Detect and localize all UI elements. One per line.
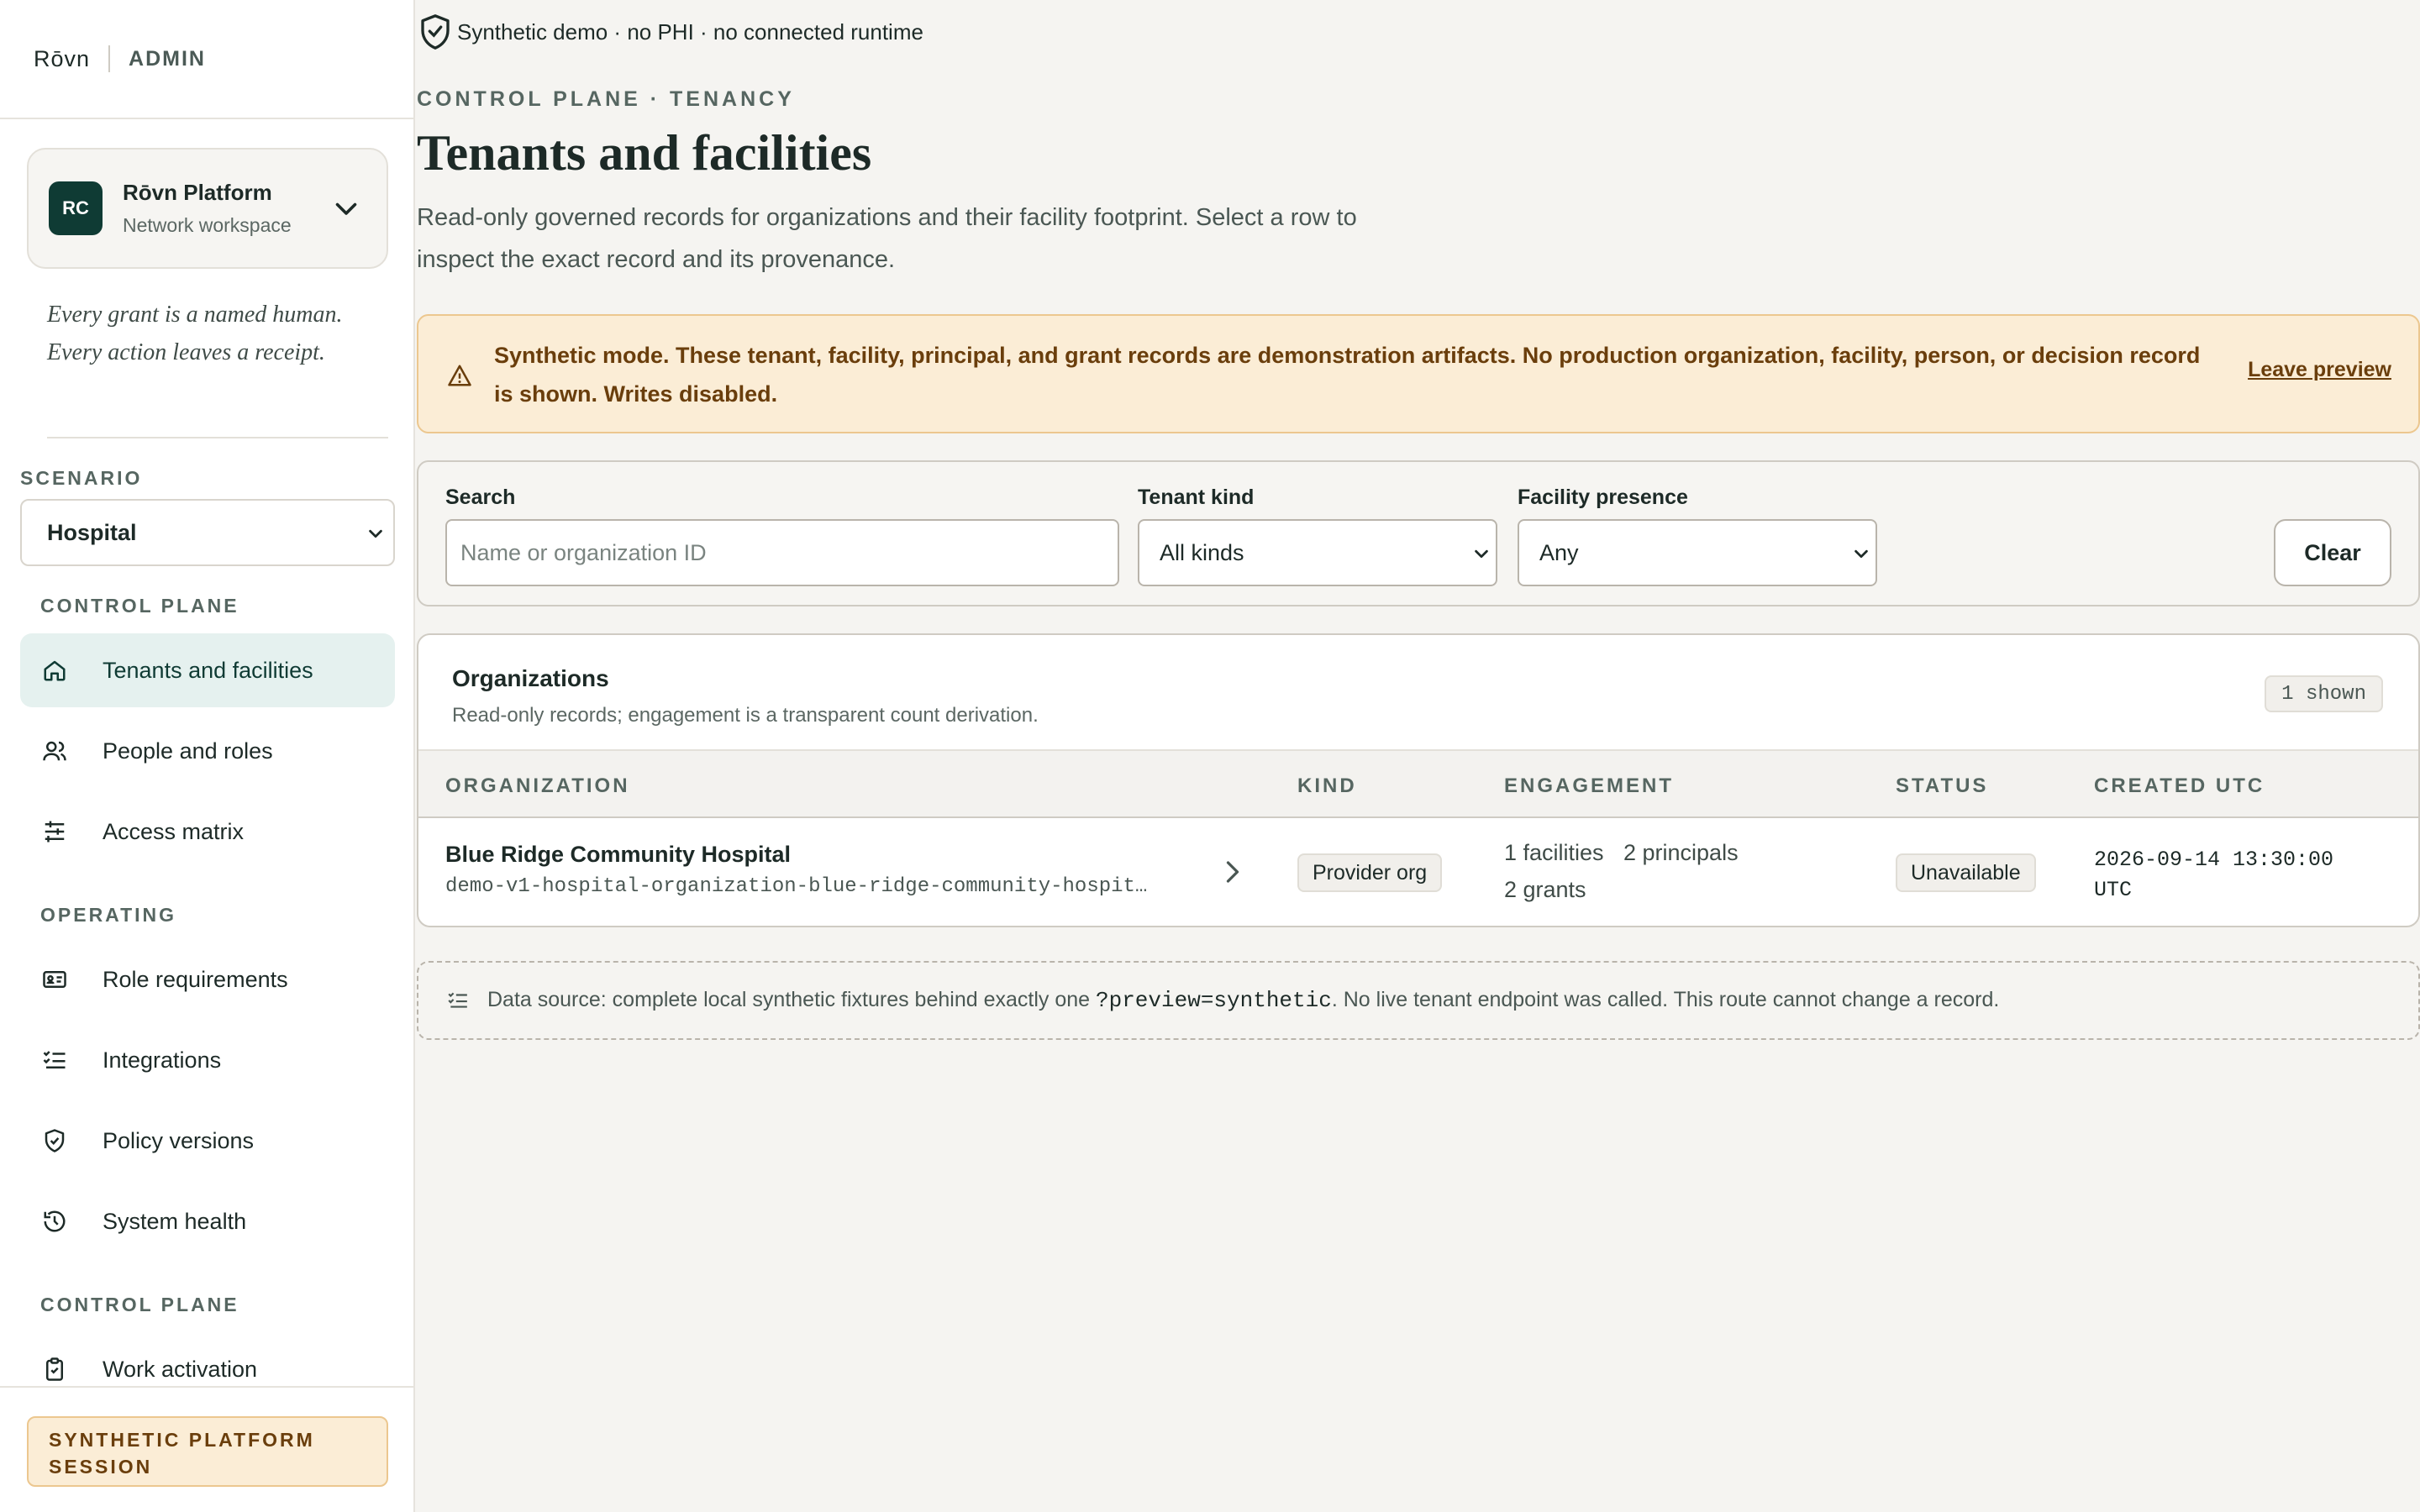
sidebar-item-system-health[interactable]: System health xyxy=(20,1184,395,1258)
search-label: Search xyxy=(445,486,516,509)
column-header-organization: ORGANIZATION xyxy=(445,774,630,797)
warning-icon xyxy=(448,365,471,386)
created-timestamp: 2026-09-14 13:30:00 UTC xyxy=(2094,848,2334,902)
chevron-right-icon xyxy=(1226,861,1239,883)
table-header: ORGANIZATION KIND ENGAGEMENT STATUS CREA… xyxy=(418,749,2418,818)
demo-banner: Synthetic demo · no PHI · no connected r… xyxy=(418,0,923,64)
kind-badge: Provider org xyxy=(1297,853,1443,892)
table-row[interactable]: Blue Ridge Community Hospital demo-v1-ho… xyxy=(418,818,2418,926)
sidebar-item-tenants[interactable]: Tenants and facilities xyxy=(20,633,395,707)
sliders-icon xyxy=(40,817,69,846)
workspace-avatar: RC xyxy=(49,181,103,235)
tenant-kind-label: Tenant kind xyxy=(1138,486,1255,509)
sidebar-footer: SYNTHETIC PLATFORM SESSION xyxy=(0,1386,413,1512)
nav-section-operating: OPERATING xyxy=(40,904,177,926)
table-title: Organizations xyxy=(452,665,609,691)
organization-id: demo-v1-hospital-organization-blue-ridge… xyxy=(445,875,1148,898)
id-card-icon xyxy=(40,965,69,994)
sidebar-item-label: Role requirements xyxy=(103,966,288,992)
sidebar-item-label: Access matrix xyxy=(103,818,245,844)
column-header-kind: KIND xyxy=(1297,774,1357,797)
tagline: Every grant is a named human. Every acti… xyxy=(47,302,343,365)
chevron-down-icon xyxy=(335,202,357,215)
nav-section-control-plane: CONTROL PLANE xyxy=(40,595,239,617)
sidebar-item-label: Policy versions xyxy=(103,1127,255,1153)
alert-text: Synthetic mode. These tenant, facility, … xyxy=(494,343,2201,407)
main-content: Synthetic demo · no PHI · no connected r… xyxy=(417,0,2420,1512)
workspace-name: Rōvn Platform xyxy=(123,180,272,205)
history-icon xyxy=(40,1207,69,1236)
demo-banner-text: Synthetic demo · no PHI · no connected r… xyxy=(457,18,923,45)
breadcrumb: CONTROL PLANE · TENANCY xyxy=(417,87,795,111)
home-icon xyxy=(40,656,69,685)
status-badge: Unavailable xyxy=(1896,853,2036,892)
organization-name: Blue Ridge Community Hospital xyxy=(445,842,792,867)
grants-count: 2 grants xyxy=(1504,877,1586,902)
sidebar-item-label: Integrations xyxy=(103,1047,222,1073)
organizations-table: Organizations Read-only records; engagem… xyxy=(417,633,2420,927)
source-preview-param: ?preview=synthetic xyxy=(1096,988,1332,1013)
workspace-subtitle: Network workspace xyxy=(123,214,292,236)
column-header-created: CREATED UTC xyxy=(2094,774,2265,797)
nav-section-control-plane-2: CONTROL PLANE xyxy=(40,1294,239,1315)
sidebar-item-integrations[interactable]: Integrations xyxy=(20,1023,395,1097)
workspace-switcher[interactable]: RC Rōvn Platform Network workspace xyxy=(27,148,388,269)
clipboard-check-icon xyxy=(40,1355,69,1383)
brand-divider xyxy=(108,45,111,72)
column-header-status: STATUS xyxy=(1896,774,1989,797)
column-header-engagement: ENGAGEMENT xyxy=(1504,774,1675,797)
shield-check-icon xyxy=(421,14,450,50)
sidebar-item-label: People and roles xyxy=(103,738,273,764)
brand-header: Rōvn ADMIN xyxy=(0,0,413,119)
synthetic-mode-alert: Synthetic mode. These tenant, facility, … xyxy=(417,314,2420,433)
tenant-kind-select[interactable]: All kinds xyxy=(1138,519,1497,586)
brand-section-label: ADMIN xyxy=(129,46,206,71)
leave-preview-link[interactable]: Leave preview xyxy=(2248,358,2391,382)
checklist-icon xyxy=(40,1046,69,1074)
page-title: Tenants and facilities xyxy=(417,125,872,181)
sidebar-item-people[interactable]: People and roles xyxy=(20,714,395,788)
sidebar: Rōvn ADMIN RC Rōvn Platform Network work… xyxy=(0,0,415,1512)
table-subtitle: Read-only records; engagement is a trans… xyxy=(452,704,1039,727)
source-text-prefix: Data source: complete local synthetic fi… xyxy=(487,988,1091,1011)
checklist-icon xyxy=(448,992,467,1008)
sidebar-item-access-matrix[interactable]: Access matrix xyxy=(20,795,395,869)
facility-presence-label: Facility presence xyxy=(1518,486,1688,509)
sidebar-item-policy-versions[interactable]: Policy versions xyxy=(20,1104,395,1178)
session-badge: SYNTHETIC PLATFORM SESSION xyxy=(27,1416,388,1487)
facilities-count: 1 facilities xyxy=(1504,840,1604,865)
sidebar-item-label: Tenants and facilities xyxy=(103,657,313,683)
scenario-select[interactable]: Hospital xyxy=(20,499,395,566)
sidebar-item-role-requirements[interactable]: Role requirements xyxy=(20,942,395,1016)
source-text-suffix: . No live tenant endpoint was called. Th… xyxy=(1331,988,2000,1011)
page-description: Read-only governed records for organizat… xyxy=(417,204,1357,273)
clear-filters-button[interactable]: Clear xyxy=(2274,519,2391,586)
shield-check-icon xyxy=(40,1126,69,1155)
filter-bar: Search Tenant kind All kinds Facility pr… xyxy=(417,460,2420,606)
divider xyxy=(47,437,388,438)
data-source-note: Data source: complete local synthetic fi… xyxy=(417,961,2420,1040)
brand-logo[interactable]: Rōvn xyxy=(34,46,90,72)
search-input[interactable] xyxy=(445,519,1119,586)
shown-count-badge: 1 shown xyxy=(2265,675,2383,712)
facility-presence-select[interactable]: Any xyxy=(1518,519,1877,586)
people-icon xyxy=(40,737,69,765)
sidebar-item-label: System health xyxy=(103,1208,247,1234)
sidebar-item-label: Work activation xyxy=(103,1356,258,1382)
scenario-heading: SCENARIO xyxy=(20,467,143,489)
principals-count: 2 principals xyxy=(1623,840,1739,865)
